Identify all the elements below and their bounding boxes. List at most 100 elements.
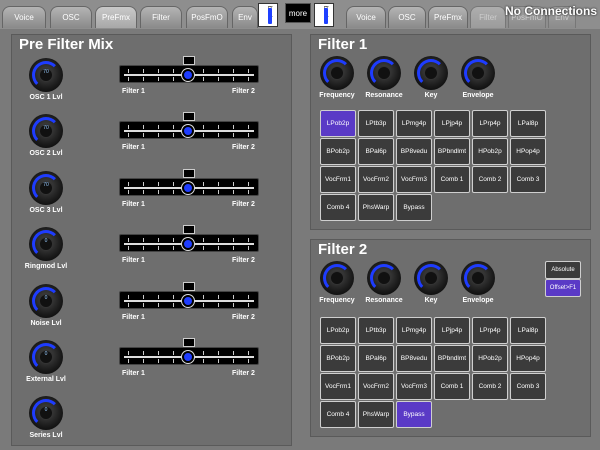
filter-type-bpal6p[interactable]: BPal6p bbox=[358, 138, 394, 165]
tab-voice[interactable]: Voice bbox=[2, 6, 46, 28]
filter-type-comb-3[interactable]: Comb 3 bbox=[510, 166, 546, 193]
more-button[interactable]: more bbox=[285, 3, 311, 23]
mix-slider[interactable] bbox=[119, 234, 259, 252]
slider-tick bbox=[173, 69, 174, 73]
slider-tick bbox=[173, 133, 174, 137]
mix-slider[interactable] bbox=[119, 178, 259, 196]
filter-type-bpal6p[interactable]: BPal6p bbox=[358, 345, 394, 372]
filter-type-lpal8p[interactable]: LPal8p bbox=[510, 317, 546, 344]
arrows-icon bbox=[268, 8, 272, 24]
level-knob[interactable]: 70 bbox=[29, 171, 63, 205]
tab-posfmo[interactable]: PosFmO bbox=[186, 6, 228, 28]
filter-type-lprp4p[interactable]: LPrp4p bbox=[472, 110, 508, 137]
filter-type-phswarp[interactable]: PhsWarp bbox=[358, 401, 394, 428]
knob-value: 70 bbox=[43, 182, 49, 188]
filter-type-lpmg4p[interactable]: LPmg4p bbox=[396, 110, 432, 137]
filter-type-phswarp[interactable]: PhsWarp bbox=[358, 194, 394, 221]
filter-type-lptb3p[interactable]: LPtb3p bbox=[358, 317, 394, 344]
bank-left-selector[interactable]: bank bbox=[258, 3, 278, 27]
level-knob[interactable]: 0 bbox=[29, 396, 63, 430]
frequency-knob[interactable] bbox=[320, 261, 354, 295]
filter-type-vocfrm1[interactable]: VocFrm1 bbox=[320, 373, 356, 400]
filter-type-vocfrm1[interactable]: VocFrm1 bbox=[320, 166, 356, 193]
filter-type-lptb3p[interactable]: LPtb3p bbox=[358, 110, 394, 137]
mode-absolute-button[interactable]: Absolute bbox=[545, 261, 581, 279]
filter-type-comb-2[interactable]: Comb 2 bbox=[472, 373, 508, 400]
tab-prefmx[interactable]: PreFmx bbox=[95, 6, 137, 28]
slider-right-label: Filter 2 bbox=[232, 257, 255, 264]
filter-type-hpop4p[interactable]: HPop4p bbox=[510, 345, 546, 372]
filter-type-comb-4[interactable]: Comb 4 bbox=[320, 401, 356, 428]
slider-tick bbox=[203, 125, 204, 129]
level-knob[interactable]: 70 bbox=[29, 114, 63, 148]
level-knob[interactable]: 0 bbox=[29, 284, 63, 318]
frequency-knob[interactable] bbox=[320, 56, 354, 90]
filter-type-bpbndlmt[interactable]: BPbndlmt bbox=[434, 345, 470, 372]
slider-tick bbox=[143, 190, 144, 194]
filter-type-bp8vedu[interactable]: BP8vedu bbox=[396, 345, 432, 372]
filter-type-lpjp4p[interactable]: LPjp4p bbox=[434, 110, 470, 137]
filter-type-comb-3[interactable]: Comb 3 bbox=[510, 373, 546, 400]
tab-env[interactable]: Env bbox=[232, 6, 258, 28]
mode-offset-f1-button[interactable]: Offset>F1 bbox=[545, 279, 581, 297]
level-knob[interactable]: 0 bbox=[29, 340, 63, 374]
filter-type-bypass[interactable]: Bypass bbox=[396, 194, 432, 221]
slider-value-box bbox=[183, 56, 195, 65]
filter-type-bpob2p[interactable]: BPob2p bbox=[320, 345, 356, 372]
filter-type-hpob2p[interactable]: HPob2p bbox=[472, 138, 508, 165]
filter-type-lprp4p[interactable]: LPrp4p bbox=[472, 317, 508, 344]
filter-type-vocfrm2[interactable]: VocFrm2 bbox=[358, 166, 394, 193]
bank-right-selector[interactable]: bank bbox=[314, 3, 334, 27]
arrows-icon bbox=[324, 8, 328, 24]
filter-type-lpob2p[interactable]: LPob2p bbox=[320, 317, 356, 344]
slider-thumb[interactable] bbox=[182, 351, 194, 363]
tab-filter[interactable]: Filter bbox=[140, 6, 182, 28]
key-knob[interactable] bbox=[414, 56, 448, 90]
slider-thumb[interactable] bbox=[182, 182, 194, 194]
filter-type-hpob2p[interactable]: HPob2p bbox=[472, 345, 508, 372]
slider-thumb[interactable] bbox=[182, 295, 194, 307]
filter-type-lpjp4p[interactable]: LPjp4p bbox=[434, 317, 470, 344]
filter-type-bpob2p[interactable]: BPob2p bbox=[320, 138, 356, 165]
filter-type-vocfrm3[interactable]: VocFrm3 bbox=[396, 166, 432, 193]
filter-type-comb-1[interactable]: Comb 1 bbox=[434, 373, 470, 400]
slider-tick bbox=[233, 69, 234, 73]
tab-right-prefmx[interactable]: PreFmx bbox=[428, 6, 468, 28]
tab-right-osc[interactable]: OSC bbox=[388, 6, 426, 28]
mix-slider[interactable] bbox=[119, 347, 259, 365]
slider-thumb[interactable] bbox=[182, 238, 194, 250]
slider-tick bbox=[248, 246, 249, 250]
mix-slider[interactable] bbox=[119, 121, 259, 139]
slider-thumb[interactable] bbox=[182, 125, 194, 137]
resonance-knob[interactable] bbox=[367, 56, 401, 90]
filter-type-lpob2p[interactable]: LPob2p bbox=[320, 110, 356, 137]
knob-label: Noise Lvl bbox=[30, 320, 62, 327]
filter-type-vocfrm3[interactable]: VocFrm3 bbox=[396, 373, 432, 400]
knob-value: 0 bbox=[44, 295, 48, 301]
mix-slider[interactable] bbox=[119, 65, 259, 83]
envelope-knob[interactable] bbox=[461, 56, 495, 90]
filter-type-lpmg4p[interactable]: LPmg4p bbox=[396, 317, 432, 344]
envelope-knob[interactable] bbox=[461, 261, 495, 295]
level-knob[interactable]: 0 bbox=[29, 227, 63, 261]
tab-osc[interactable]: OSC bbox=[50, 6, 92, 28]
filter-type-comb-2[interactable]: Comb 2 bbox=[472, 166, 508, 193]
tab-right-filter[interactable]: Filter bbox=[470, 6, 506, 28]
tab-right-voice[interactable]: Voice bbox=[346, 6, 386, 28]
filter-type-vocfrm2[interactable]: VocFrm2 bbox=[358, 373, 394, 400]
filter-type-bypass[interactable]: Bypass bbox=[396, 401, 432, 428]
knob-cap bbox=[471, 66, 485, 80]
filter-type-comb-1[interactable]: Comb 1 bbox=[434, 166, 470, 193]
filter-type-comb-4[interactable]: Comb 4 bbox=[320, 194, 356, 221]
resonance-knob[interactable] bbox=[367, 261, 401, 295]
slider-thumb[interactable] bbox=[182, 69, 194, 81]
filter-type-hpop4p[interactable]: HPop4p bbox=[510, 138, 546, 165]
key-knob[interactable] bbox=[414, 261, 448, 295]
filter-type-lpal8p[interactable]: LPal8p bbox=[510, 110, 546, 137]
filter-type-bp8vedu[interactable]: BP8vedu bbox=[396, 138, 432, 165]
filter-type-bpbndlmt[interactable]: BPbndlmt bbox=[434, 138, 470, 165]
mix-slider[interactable] bbox=[119, 291, 259, 309]
slider-tick bbox=[158, 182, 159, 186]
level-knob[interactable]: 70 bbox=[29, 58, 63, 92]
slider-value-box bbox=[183, 282, 195, 291]
